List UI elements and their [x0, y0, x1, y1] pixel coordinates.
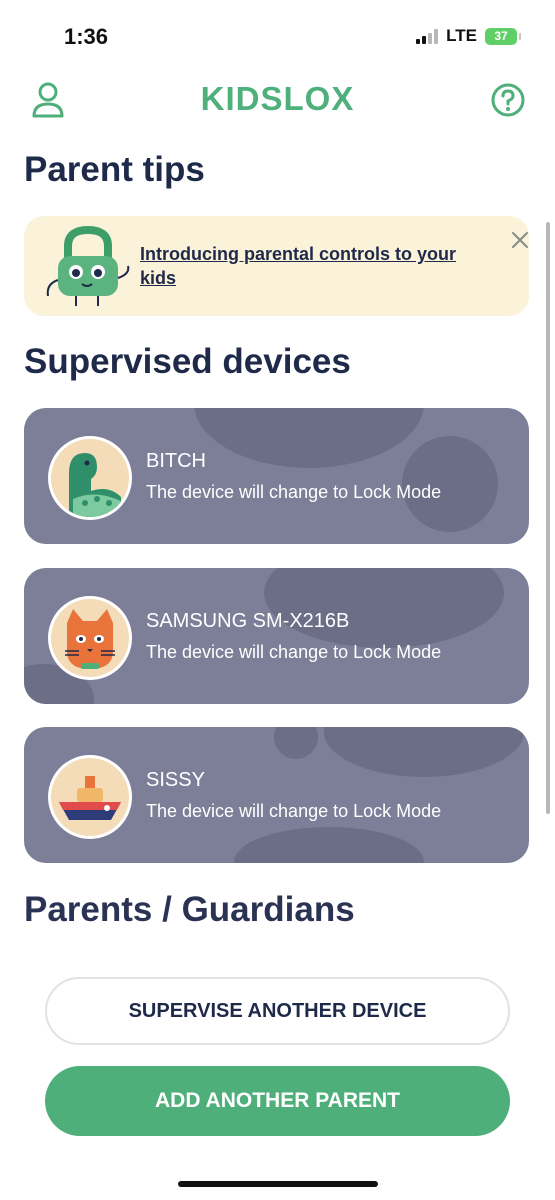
app-header: KIDSLOX [0, 76, 555, 126]
device-status: The device will change to Lock Mode [146, 801, 442, 821]
card-decoration [264, 568, 504, 648]
status-bar: 1:36 LTE 37 [0, 0, 555, 70]
supervised-devices-heading: Supervised devices [24, 342, 351, 381]
app-logo: KIDSLOX [200, 80, 355, 117]
supervise-device-button[interactable]: SUPERVISE ANOTHER DEVICE [45, 977, 510, 1045]
card-decoration [234, 827, 424, 863]
status-indicators: LTE 37 [416, 26, 521, 46]
close-icon[interactable] [508, 228, 532, 252]
card-decoration [194, 408, 424, 468]
status-time: 1:36 [64, 24, 109, 49]
parents-guardians-heading: Parents / Guardians [24, 890, 355, 929]
device-card[interactable]: SAMSUNG SM-X216B The device will change … [24, 568, 529, 704]
cat-avatar-icon [48, 596, 132, 680]
lock-mascot-icon [38, 222, 138, 312]
device-card[interactable]: SISSY The device will change to Lock Mod… [24, 727, 529, 863]
help-circle-icon[interactable] [488, 80, 528, 120]
device-name: SAMSUNG SM-X216B [146, 610, 350, 632]
add-parent-button[interactable]: ADD ANOTHER PARENT [45, 1066, 510, 1136]
boat-avatar-icon [48, 755, 132, 839]
card-decoration [324, 727, 524, 777]
device-name: SISSY [146, 769, 205, 791]
tip-link[interactable]: Introducing parental controls to your ki… [140, 242, 490, 290]
scrollbar[interactable] [546, 222, 550, 814]
parent-tips-heading: Parent tips [24, 150, 205, 189]
battery-level: 37 [494, 29, 508, 43]
device-status: The device will change to Lock Mode [146, 642, 442, 662]
card-decoration [274, 727, 318, 759]
network-type: LTE [446, 26, 477, 45]
battery-icon: 37 [485, 27, 521, 45]
device-name: BITCH [146, 450, 206, 472]
dinosaur-avatar-icon [48, 436, 132, 520]
tip-banner[interactable]: Introducing parental controls to your ki… [24, 216, 529, 316]
signal-icon [416, 28, 439, 44]
home-indicator[interactable] [178, 1181, 378, 1187]
device-card[interactable]: BITCH The device will change to Lock Mod… [24, 408, 529, 544]
device-status: The device will change to Lock Mode [146, 482, 442, 502]
